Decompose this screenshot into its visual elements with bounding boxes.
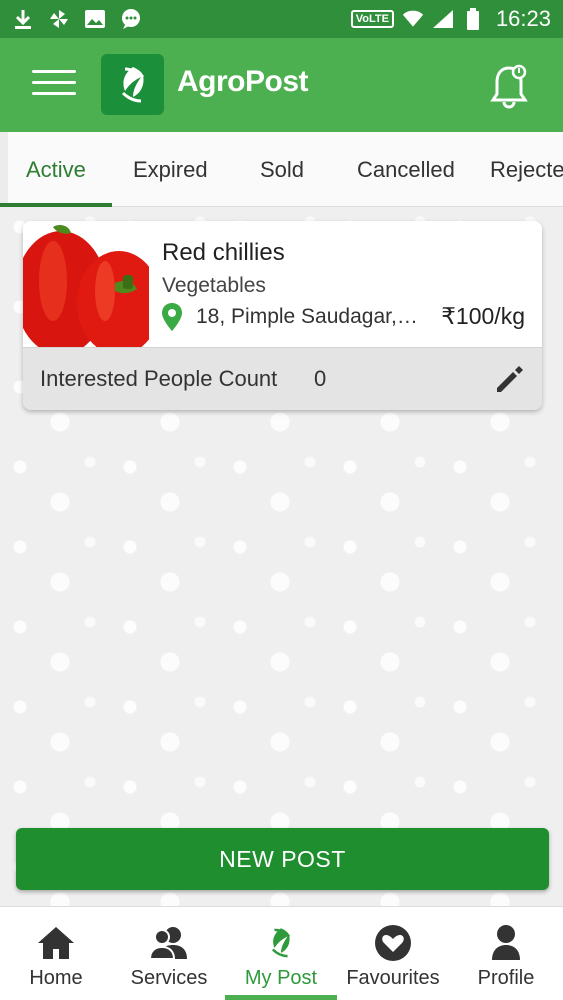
post-card-details[interactable]: Red chillies Vegetables 18, Pimple Sauda…	[23, 221, 542, 347]
app-bar: AgroPost	[0, 38, 563, 132]
post-card-footer: Interested People Count 0	[23, 347, 542, 410]
pinwheel-icon	[48, 8, 70, 30]
bottom-navigation: Home Services My Post Favourites Profile	[0, 906, 563, 1000]
signal-icon	[432, 8, 454, 30]
tab-expired[interactable]: Expired	[133, 132, 208, 206]
agropost-leaf-icon	[261, 923, 301, 963]
status-bar: VoLTE 16:23	[0, 0, 563, 38]
nav-home[interactable]: Home	[0, 907, 112, 1000]
agropost-leaf-icon	[121, 66, 144, 102]
nav-my-post[interactable]: My Post	[225, 907, 337, 1000]
location-pin-icon	[162, 303, 182, 331]
app-logo	[101, 54, 164, 115]
tab-cancelled[interactable]: Cancelled	[357, 132, 455, 206]
wifi-icon	[402, 8, 424, 30]
heart-icon	[373, 923, 413, 963]
edit-icon[interactable]	[493, 364, 525, 396]
tab-sold[interactable]: Sold	[260, 132, 304, 206]
nav-services-label: Services	[130, 967, 208, 989]
nav-active-indicator	[225, 995, 337, 1000]
nav-favourites-label: Favourites	[346, 967, 440, 989]
app-title: AgroPost	[177, 65, 309, 98]
post-status-tabs: Active Expired Sold Cancelled Rejected	[8, 132, 563, 207]
product-image	[23, 221, 149, 347]
download-icon	[12, 8, 34, 30]
people-icon	[149, 923, 189, 963]
nav-home-label: Home	[29, 967, 83, 989]
bell-icon[interactable]	[489, 60, 529, 110]
post-price: ₹100/kg	[441, 303, 525, 329]
nav-favourites[interactable]: Favourites	[337, 907, 449, 1000]
volte-badge: VoLTE	[350, 10, 394, 28]
nav-profile-label: Profile	[477, 967, 535, 989]
clock: 16:23	[495, 6, 551, 31]
post-category: Vegetables	[162, 274, 266, 297]
post-card[interactable]: Red chillies Vegetables 18, Pimple Sauda…	[23, 221, 542, 410]
image-icon	[84, 8, 106, 30]
post-title: Red chillies	[162, 239, 285, 266]
nav-profile[interactable]: Profile	[450, 907, 562, 1000]
new-post-button[interactable]: NEW POST	[16, 828, 549, 890]
battery-icon	[462, 8, 484, 30]
tab-active[interactable]: Active	[26, 132, 86, 206]
person-icon	[486, 923, 526, 963]
hamburger-icon[interactable]	[32, 70, 76, 98]
nav-services[interactable]: Services	[113, 907, 225, 1000]
post-location: 18, Pimple Saudagar, Pune	[196, 305, 418, 328]
interested-people-count: 0	[314, 366, 327, 391]
chat-bubble-icon	[120, 8, 142, 30]
tab-rejected[interactable]: Rejected	[490, 132, 563, 206]
home-icon	[36, 923, 76, 963]
interested-people-label: Interested People Count	[40, 366, 278, 391]
nav-my-post-label: My Post	[244, 967, 318, 989]
